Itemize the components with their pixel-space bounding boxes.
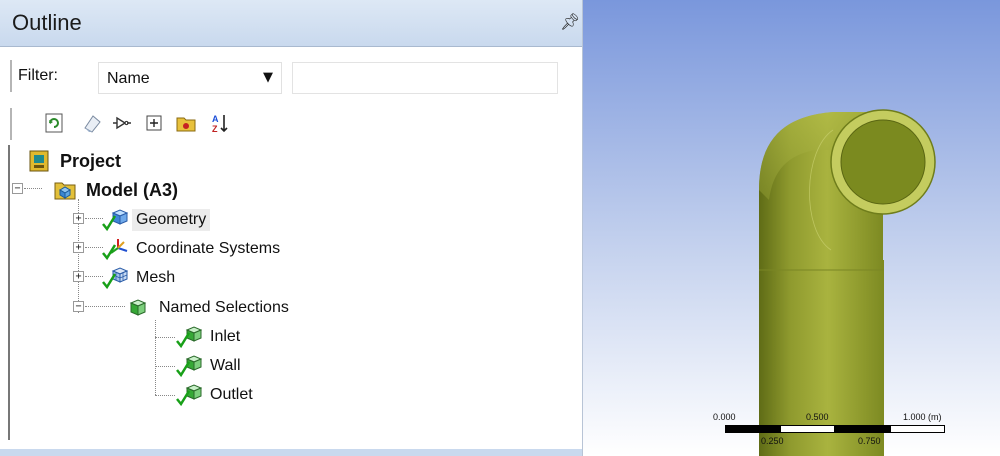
expand-all-icon[interactable] bbox=[142, 111, 166, 135]
pipe-elbow-model[interactable] bbox=[583, 0, 1000, 456]
tree-item-named-selections[interactable]: Named Selections bbox=[125, 295, 293, 321]
tree-line bbox=[155, 395, 175, 396]
sort-icon[interactable]: AZ bbox=[208, 111, 232, 135]
inlet-icon bbox=[176, 325, 202, 349]
expand-coordinate-systems-icon[interactable]: + bbox=[73, 242, 84, 253]
tree-line bbox=[155, 337, 175, 338]
tree-item-outlet[interactable]: Outlet bbox=[176, 382, 257, 408]
tree-line bbox=[85, 247, 103, 248]
tree-line bbox=[85, 218, 103, 219]
named-selections-icon bbox=[125, 296, 151, 320]
filter-label: Filter: bbox=[18, 67, 58, 84]
tree-label-mesh: Mesh bbox=[136, 269, 176, 286]
scale-segment bbox=[780, 425, 835, 433]
tree-line bbox=[155, 366, 175, 367]
tag-icon[interactable] bbox=[110, 111, 134, 135]
filter-separator bbox=[10, 60, 12, 92]
project-icon bbox=[26, 149, 52, 173]
filter-text-input[interactable] bbox=[292, 62, 558, 94]
scale-label-050: 0.500 bbox=[806, 412, 829, 422]
coordinate-systems-icon bbox=[102, 237, 128, 261]
folder-icon[interactable] bbox=[174, 111, 198, 135]
svg-text:Z: Z bbox=[212, 124, 218, 134]
tree-label-coordinate-systems: Coordinate Systems bbox=[136, 240, 281, 257]
scale-segment bbox=[835, 425, 890, 433]
scale-segment bbox=[725, 425, 780, 433]
outline-header: Outline 📌︎ bbox=[0, 0, 582, 47]
tree-line bbox=[85, 276, 103, 277]
tree-item-inlet[interactable]: Inlet bbox=[176, 324, 244, 350]
tree-label-inlet: Inlet bbox=[210, 328, 241, 345]
tree-label-outlet: Outlet bbox=[210, 386, 253, 403]
tree-item-geometry[interactable]: Geometry bbox=[102, 207, 211, 233]
geometry-icon bbox=[102, 208, 128, 232]
chevron-down-icon[interactable]: ▼ bbox=[263, 70, 273, 85]
clear-icon[interactable] bbox=[80, 111, 104, 135]
mesh-icon bbox=[102, 266, 128, 290]
scale-label-0: 0.000 bbox=[713, 412, 736, 422]
scale-bar: 0.000 0.500 1.000 (m) 0.250 0.750 bbox=[713, 412, 953, 452]
outline-tree: − + + + − Project Model (A3) Geometry Co… bbox=[8, 145, 576, 440]
scale-label-025: 0.250 bbox=[761, 436, 784, 446]
tree-label-project: Project bbox=[60, 150, 122, 171]
pipe-outlet-bore bbox=[840, 119, 926, 205]
scale-segment bbox=[890, 425, 945, 433]
tree-label-model: Model (A3) bbox=[86, 179, 178, 200]
tree-item-wall[interactable]: Wall bbox=[176, 353, 245, 379]
collapse-named-selections-icon[interactable]: − bbox=[73, 301, 84, 312]
tree-label-wall: Wall bbox=[210, 357, 241, 374]
refresh-icon[interactable] bbox=[42, 111, 66, 135]
expand-geometry-icon[interactable]: + bbox=[73, 213, 84, 224]
tree-label-geometry: Geometry bbox=[132, 209, 211, 231]
expand-mesh-icon[interactable]: + bbox=[73, 271, 84, 282]
filter-select-value: Name bbox=[107, 70, 150, 87]
scale-label-075: 0.750 bbox=[858, 436, 881, 446]
toolbar-separator bbox=[10, 108, 12, 140]
filter-select[interactable]: Name ▼ bbox=[98, 62, 282, 94]
tree-line bbox=[24, 188, 42, 189]
pin-icon[interactable]: 📌︎ bbox=[560, 12, 580, 31]
tree-item-coordinate-systems[interactable]: Coordinate Systems bbox=[102, 236, 284, 262]
outline-bottom-bar bbox=[0, 449, 582, 456]
svg-text:A: A bbox=[212, 114, 219, 124]
tree-item-project[interactable]: Project bbox=[26, 148, 125, 174]
graphics-viewport[interactable]: 0.000 0.500 1.000 (m) 0.250 0.750 bbox=[583, 0, 1000, 456]
model-icon bbox=[52, 178, 78, 202]
scale-label-1: 1.000 (m) bbox=[903, 412, 942, 422]
tree-line bbox=[155, 320, 156, 395]
tree-line bbox=[85, 306, 125, 307]
outline-panel: Outline 📌︎ Filter: Name ▼ AZ − + + + − P… bbox=[0, 0, 583, 456]
tree-item-mesh[interactable]: Mesh bbox=[102, 265, 179, 291]
tree-item-model[interactable]: Model (A3) bbox=[52, 177, 182, 203]
collapse-model-icon[interactable]: − bbox=[12, 183, 23, 194]
wall-icon bbox=[176, 354, 202, 378]
tree-label-named-selections: Named Selections bbox=[159, 299, 289, 316]
outlet-icon bbox=[176, 383, 202, 407]
outline-title: Outline bbox=[12, 10, 82, 35]
